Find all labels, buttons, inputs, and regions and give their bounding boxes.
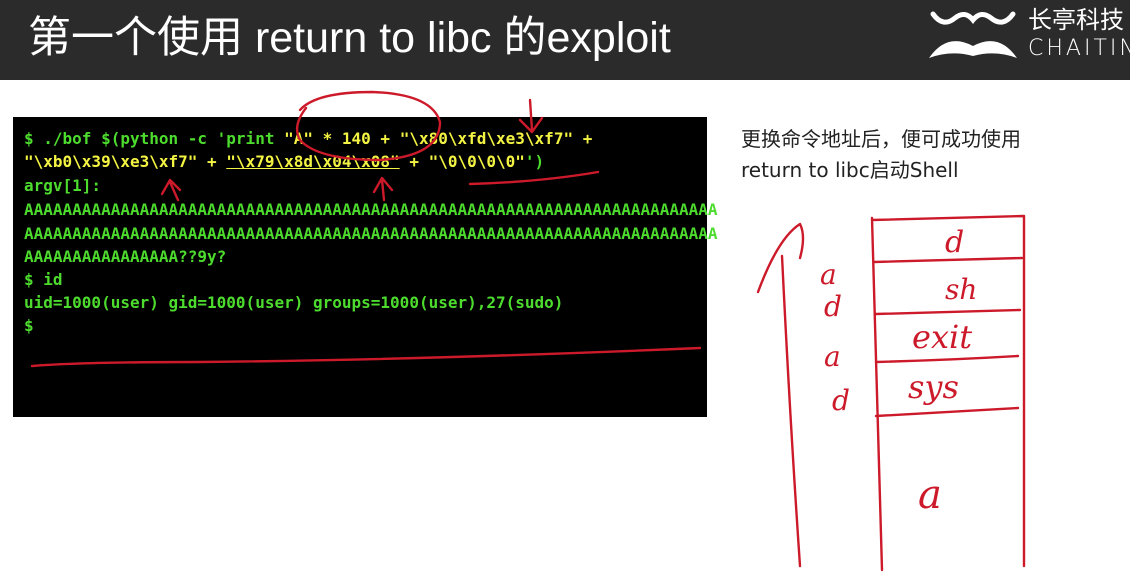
stack-label-0: d bbox=[945, 225, 964, 260]
stack-label-3: sys bbox=[908, 368, 959, 406]
annotation-curve-right bbox=[468, 170, 600, 186]
annotation-arrow-down bbox=[518, 98, 544, 134]
side-mark-2: a bbox=[824, 340, 841, 373]
stack-label-2: exit bbox=[912, 318, 972, 356]
annotation-arrow-up-left bbox=[160, 178, 182, 202]
annotation-underline bbox=[30, 346, 702, 368]
stack-label-4: a bbox=[918, 472, 942, 518]
side-mark-3: d bbox=[832, 384, 850, 417]
annotation-arrow-up-mid bbox=[372, 176, 394, 202]
stack-direction-arrow bbox=[756, 222, 805, 568]
annotation-circle bbox=[295, 90, 442, 162]
stack-label-1: sh bbox=[945, 273, 977, 306]
side-mark-0: a bbox=[820, 258, 837, 291]
side-mark-1: d bbox=[824, 290, 842, 323]
handwritten-annotations: d sh exit sys a a d a d bbox=[30, 90, 1026, 572]
